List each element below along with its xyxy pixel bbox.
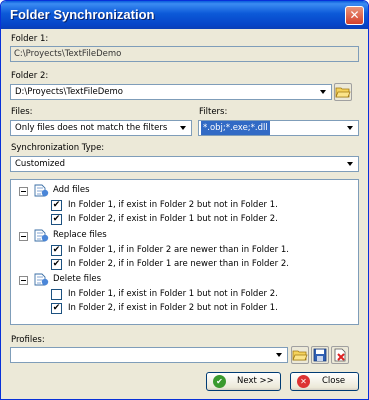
replace-files-folder2-checkbox[interactable]: ✔ [51,259,62,270]
open-profile-button[interactable] [291,346,309,364]
next-button[interactable]: ✔ Next >> [206,372,281,391]
close-icon: ✕ [349,8,360,22]
close-x-icon: ✕ [297,375,310,388]
filters-label: Filters: [199,107,228,117]
add-files-folder2-checkbox[interactable]: ✔ [51,214,62,225]
sync-options-tree[interactable]: Add files ✔ In Folder 1, if exist in Fol… [10,179,359,325]
add-files-folder1-checkbox[interactable]: ✔ [51,200,62,211]
replace-files-folder1-label[interactable]: In Folder 1, if in Folder 2 are newer th… [68,244,289,257]
group-replace-files-label[interactable]: Replace files [53,229,107,242]
collapse-replace-files-icon[interactable] [19,232,28,241]
replace-files-icon [34,229,49,242]
folder2-dropdown-arrow-icon[interactable] [317,86,330,98]
window-title: Folder Synchronization [10,7,155,22]
profiles-combobox[interactable] [10,347,288,363]
delete-files-folder2-label[interactable]: In Folder 2, if exist in Folder 2 but no… [68,302,278,315]
collapse-add-files-icon[interactable] [19,187,28,196]
filters-combobox[interactable]: *.obj;*.exe;*.dll [198,120,359,136]
sync-type-dropdown-arrow-icon[interactable] [344,158,357,170]
close-button[interactable]: ✕ Close [290,372,359,391]
folder-open-icon [335,87,351,98]
replace-files-folder2-label[interactable]: In Folder 2, if in Folder 1 are newer th… [68,258,289,271]
files-combobox[interactable]: Only files does not match the filters [10,120,192,136]
checkmark: ✔ [52,259,61,269]
title-bar[interactable]: Folder Synchronization ✕ [1,1,368,29]
save-profile-button[interactable] [311,346,329,364]
group-delete-files-label[interactable]: Delete files [53,273,101,286]
filters-dropdown-arrow-icon[interactable] [344,122,357,134]
folder-sync-window: Folder Synchronization ✕ Folder 1: C:\Pr… [0,0,369,400]
group-add-files-label[interactable]: Add files [53,184,90,197]
replace-files-folder1-checkbox[interactable]: ✔ [51,245,62,256]
delete-files-folder1-checkbox[interactable] [51,289,62,300]
add-files-icon [34,184,49,197]
files-value: Only files does not match the filters [15,123,168,133]
delete-profile-button[interactable] [331,346,349,364]
delete-files-icon [34,273,49,286]
add-files-folder1-label[interactable]: In Folder 1, if exist in Folder 2 but no… [68,199,278,212]
folder1-field[interactable]: C:\Proyects\TextFileDemo [10,46,359,62]
collapse-delete-files-icon[interactable] [19,276,28,285]
folder2-label: Folder 2: [11,71,49,81]
sync-type-label: Synchronization Type: [11,143,105,153]
save-disk-icon [313,348,327,362]
checkmark: ✔ [52,200,61,210]
sync-type-value: Customized [15,159,66,169]
add-files-folder2-label[interactable]: In Folder 2, if exist in Folder 1 but no… [68,213,278,226]
close-button-label: Close [322,376,346,386]
checkmark: ✔ [52,303,61,313]
checkmark: ✔ [52,245,61,255]
profiles-label: Profiles: [11,335,45,345]
folder-open-icon [292,350,308,361]
folder2-value: D:\Proyects\TextFileDemo [15,87,123,97]
delete-files-folder1-label[interactable]: In Folder 1, if exist in Folder 1 but no… [68,288,278,301]
close-window-button[interactable]: ✕ [345,6,364,25]
next-arrow-icon: ✔ [213,375,226,388]
sync-type-combobox[interactable]: Customized [10,156,359,172]
delete-profile-icon [334,348,346,362]
files-label: Files: [11,107,33,117]
filters-value: *.obj;*.exe;*.dll [201,121,270,135]
profiles-dropdown-arrow-icon[interactable] [273,349,286,361]
next-button-label: Next >> [237,376,274,386]
browse-folder2-button[interactable] [334,83,352,101]
folder1-label: Folder 1: [11,34,49,44]
checkmark: ✔ [52,214,61,224]
folder2-combobox[interactable]: D:\Proyects\TextFileDemo [10,84,332,100]
files-dropdown-arrow-icon[interactable] [177,122,190,134]
delete-files-folder2-checkbox[interactable]: ✔ [51,303,62,314]
